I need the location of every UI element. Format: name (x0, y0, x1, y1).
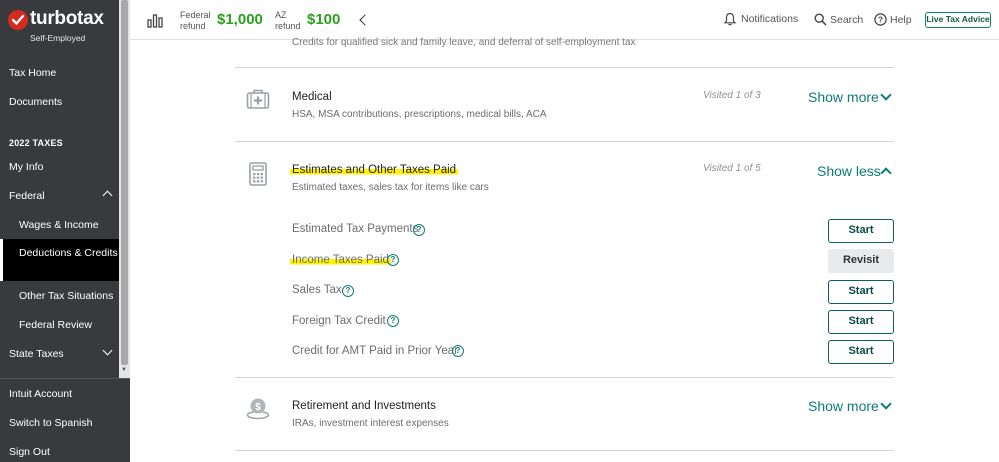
sidebar-item-other-tax-situations[interactable]: Other Tax Situations (0, 290, 119, 303)
help-question-icon[interactable]: ? (452, 345, 464, 357)
show-less-label: Show less (817, 163, 881, 179)
svg-text:?: ? (878, 16, 883, 25)
help-question-icon[interactable]: ? (387, 254, 399, 266)
category-title-estimates: Estimates and Other Taxes Paid (290, 164, 459, 176)
show-more-retirement-button[interactable]: Show more (808, 398, 879, 414)
start-button-foreign-tax-credit[interactable]: Start (828, 310, 894, 334)
chevron-up-icon (102, 190, 113, 201)
sidebar-item-sign-out[interactable]: Sign Out (0, 446, 119, 459)
sidebar-item-documents[interactable]: Documents (0, 96, 119, 109)
checkmark-logo-icon (8, 10, 28, 30)
divider (235, 141, 894, 142)
divider (235, 377, 894, 378)
chevron-down-icon[interactable] (880, 398, 892, 410)
highlighted-text: Estimates and Other Taxes Paid (290, 164, 459, 176)
turbotax-logo[interactable]: turbotax Self-Employed (0, 0, 120, 58)
sidebar-item-state-taxes[interactable]: State Taxes (0, 345, 119, 361)
visited-count-estimates: Visited 1 of 5 (703, 163, 761, 174)
medical-kit-icon (246, 88, 270, 115)
live-tax-advice-button[interactable]: Live Tax Advice (925, 12, 991, 28)
sidebar-account-section: Intuit Account Switch to Spanish Sign Ou… (0, 378, 130, 462)
highlighted-text: Income Taxes Paid (290, 254, 391, 266)
federal-refund-amount: $1,000 (217, 11, 263, 28)
category-desc-retirement: IRAs, investment interest expenses (292, 418, 449, 429)
divider (235, 67, 894, 68)
visited-count-medical: Visited 1 of 3 (703, 90, 761, 101)
collapse-chevron-left-icon[interactable] (359, 14, 371, 26)
sidebar-item-state-taxes-label: State Taxes (9, 348, 64, 360)
help-question-icon[interactable]: ? (342, 285, 354, 297)
sidebar-item-federal-review[interactable]: Federal Review (0, 319, 119, 332)
show-less-estimates-button[interactable]: Show less (817, 163, 881, 179)
help-circle-icon[interactable]: ? (874, 13, 887, 31)
sidebar-item-switch-spanish[interactable]: Switch to Spanish (0, 417, 119, 430)
help-question-icon[interactable]: ? (387, 315, 399, 327)
scrollbar-thumb[interactable] (121, 0, 128, 365)
chevron-up-icon[interactable] (880, 167, 892, 179)
sidebar-item-my-info[interactable]: My Info (0, 161, 119, 174)
sidebar-item-intuit-account[interactable]: Intuit Account (0, 388, 119, 401)
category-desc-medical: HSA, MSA contributions, prescriptions, m… (292, 109, 547, 120)
show-more-medical-button[interactable]: Show more (808, 89, 879, 105)
brand-name: turbotax (30, 8, 104, 29)
help-question-icon[interactable]: ? (413, 224, 425, 236)
previous-category-desc: Credits for qualified sick and family le… (292, 37, 636, 48)
sidebar-section-2022-taxes: 2022 TAXES (9, 138, 63, 148)
brand-edition: Self-Employed (30, 33, 86, 43)
bell-icon[interactable] (723, 12, 737, 31)
start-button-credit-amt[interactable]: Start (828, 340, 894, 364)
divider (235, 450, 894, 451)
az-refund-amount: $100 (307, 11, 341, 28)
subitem-foreign-tax-credit: Foreign Tax Credit (292, 315, 386, 327)
calculator-icon (249, 162, 267, 191)
show-more-label: Show more (808, 89, 879, 105)
sidebar-item-federal[interactable]: Federal (0, 190, 119, 203)
subitem-credit-amt: Credit for AMT Paid in Prior Year (292, 345, 458, 357)
bar-chart-icon[interactable] (147, 12, 163, 33)
search-icon[interactable] (814, 13, 827, 31)
category-title-medical: Medical (292, 91, 332, 103)
federal-refund-label: Federal refund (180, 10, 211, 31)
search-link[interactable]: Search (830, 14, 863, 26)
revisit-button-income-taxes-paid[interactable]: Revisit (828, 249, 894, 273)
az-refund-label: AZ refund (275, 10, 301, 31)
sidebar-item-deductions-credits[interactable]: Deductions & Credits (0, 239, 119, 281)
sidebar-item-tax-home[interactable]: Tax Home (0, 67, 119, 80)
svg-text:$: $ (255, 402, 261, 413)
start-button-estimated-tax-payments[interactable]: Start (828, 219, 894, 243)
help-link[interactable]: Help (890, 14, 912, 26)
subitem-income-taxes-paid: Income Taxes Paid (290, 254, 391, 266)
notifications-link[interactable]: Notifications (741, 13, 798, 25)
category-desc-estimates: Estimated taxes, sales tax for items lik… (292, 182, 489, 193)
start-button-sales-tax[interactable]: Start (828, 280, 894, 304)
sidebar-item-wages-income[interactable]: Wages & Income (0, 219, 119, 232)
chevron-down-icon[interactable] (880, 89, 892, 101)
piggy-bank-icon: $ (246, 396, 270, 425)
subitem-estimated-tax-payments: Estimated Tax Payments (292, 223, 419, 235)
main-content: Credits for qualified sick and family le… (130, 37, 999, 462)
top-header: Federal refund $1,000 AZ refund $100 Not… (130, 0, 999, 40)
sidebar-item-federal-label: Federal (9, 190, 45, 202)
subitem-sales-tax: Sales Tax (292, 284, 342, 296)
sidebar: turbotax Self-Employed Tax Home Document… (0, 0, 130, 462)
chevron-down-icon (102, 345, 113, 356)
sidebar-scrollbar[interactable]: ▼ (119, 0, 130, 380)
category-title-retirement: Retirement and Investments (292, 400, 436, 412)
scroll-down-arrow-icon[interactable]: ▼ (121, 367, 127, 373)
show-more-label: Show more (808, 398, 879, 414)
